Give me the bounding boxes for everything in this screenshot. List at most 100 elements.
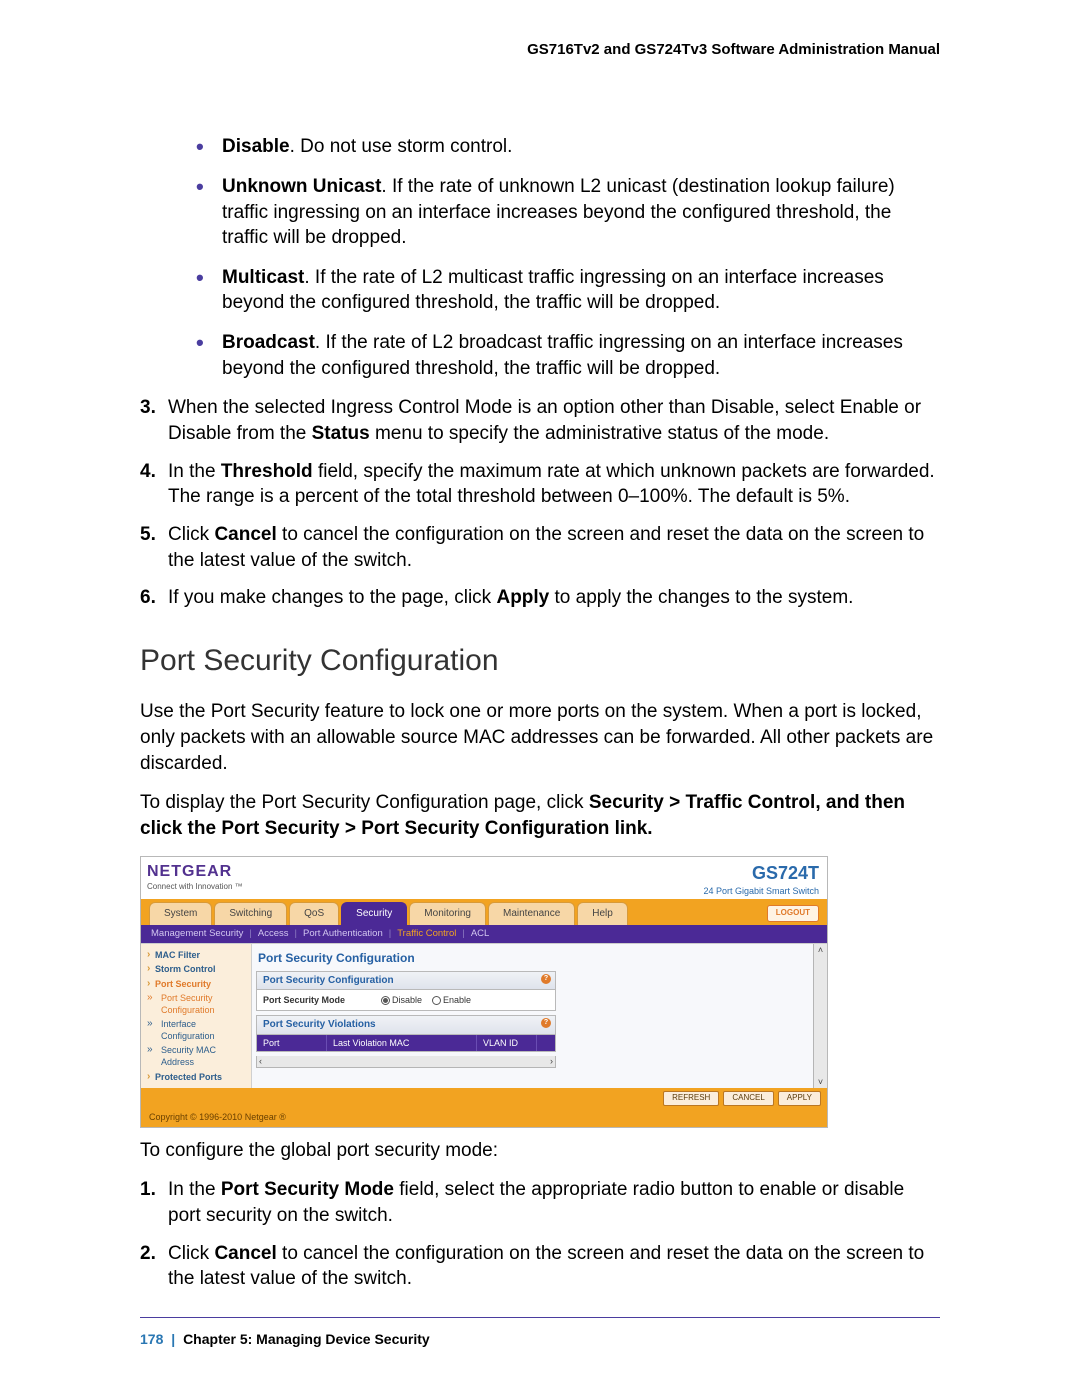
main-tabs: System Switching QoS Security Monitoring…	[149, 902, 630, 925]
radio-enable-wrap[interactable]: Enable	[432, 994, 471, 1006]
scroll-up-icon[interactable]: ˄	[818, 944, 823, 956]
sidebar: MAC Filter Storm Control Port Security P…	[141, 944, 251, 1087]
vertical-scrollbar[interactable]: ˄ ˅	[813, 944, 827, 1087]
tab-qos[interactable]: QoS	[289, 902, 339, 925]
step-text: If you make changes to the page, click	[168, 587, 496, 608]
step-3: 3.When the selected Ingress Control Mode…	[140, 395, 940, 446]
col-vlan-id: VLAN ID	[477, 1035, 537, 1051]
step-bold: Threshold	[221, 461, 313, 482]
pipe: |	[462, 928, 464, 941]
step-6: 6.If you make changes to the page, click…	[140, 585, 940, 611]
step-b1: 1.In the Port Security Mode field, selec…	[140, 1177, 940, 1228]
tab-monitoring[interactable]: Monitoring	[409, 902, 486, 925]
subnav-management-security[interactable]: Management Security	[151, 928, 243, 941]
bullet-bold: Multicast	[222, 267, 304, 288]
violations-header-row: Port Last Violation MAC VLAN ID	[257, 1035, 555, 1051]
intro-paragraph-2: To display the Port Security Configurati…	[140, 790, 940, 841]
chapter-label: Chapter 5: Managing Device Security	[183, 1331, 430, 1347]
section-title: Port Security Configuration	[140, 641, 940, 682]
step-5: 5.Click Cancel to cancel the configurati…	[140, 522, 940, 573]
tab-system[interactable]: System	[149, 902, 212, 925]
brand-block: NETGEAR Connect with Innovation ™	[147, 861, 243, 893]
page-footer: 178 | Chapter 5: Managing Device Securit…	[140, 1317, 940, 1349]
tab-security[interactable]: Security	[341, 902, 407, 925]
scroll-right-icon[interactable]: ›	[548, 1055, 555, 1067]
step-bold: Status	[312, 423, 370, 444]
box-heading-text: Port Security Configuration	[263, 975, 394, 986]
radio-label: Enable	[443, 995, 471, 1005]
sidebar-storm-control[interactable]: Storm Control	[147, 962, 247, 976]
scroll-left-icon[interactable]: ‹	[257, 1055, 264, 1067]
box-heading: Port Security Configuration ?	[257, 972, 555, 991]
sidebar-protected-ports[interactable]: Protected Ports	[147, 1070, 247, 1084]
tab-help[interactable]: Help	[577, 902, 628, 925]
step-b2: 2.Click Cancel to cancel the configurati…	[140, 1241, 940, 1292]
sidebar-sub-interface-config[interactable]: Interface Configuration	[147, 1017, 247, 1043]
steps-list-top: 3.When the selected Ingress Control Mode…	[140, 395, 940, 610]
model-block: GS724T 24 Port Gigabit Smart Switch	[703, 861, 819, 897]
copyright: Copyright © 1996-2010 Netgear ®	[141, 1109, 827, 1127]
step-text: to apply the changes to the system.	[549, 587, 853, 608]
info-icon[interactable]: ?	[541, 974, 551, 984]
step-text: In the	[168, 461, 221, 482]
subnav-access[interactable]: Access	[258, 928, 289, 941]
embedded-ui-screenshot: NETGEAR Connect with Innovation ™ GS724T…	[140, 856, 828, 1128]
tab-switching[interactable]: Switching	[214, 902, 287, 925]
page-number: 178	[140, 1331, 163, 1347]
refresh-button[interactable]: REFRESH	[663, 1091, 719, 1106]
bullet-multicast: Multicast. If the rate of L2 multicast t…	[196, 265, 940, 316]
step-bold: Cancel	[214, 524, 276, 545]
brand-tagline: Connect with Innovation ™	[147, 882, 243, 893]
radio-icon	[381, 996, 390, 1005]
logout-button[interactable]: LOGOUT	[767, 905, 819, 922]
bullet-bold: Unknown Unicast	[222, 176, 381, 197]
box-heading-text: Port Security Violations	[263, 1019, 376, 1030]
radio-label: Disable	[392, 995, 422, 1005]
port-security-config-box: Port Security Configuration ? Port Secur…	[256, 971, 556, 1012]
bullet-text: . Do not use storm control.	[290, 136, 513, 157]
bullet-text: . If the rate of L2 multicast traffic in…	[222, 267, 884, 314]
radio-disable-wrap[interactable]: Disable	[381, 994, 422, 1006]
pipe: |	[389, 928, 391, 941]
subnav-acl[interactable]: ACL	[471, 928, 489, 941]
subnav-traffic-control[interactable]: Traffic Control	[397, 928, 456, 941]
step-text: to cancel the configuration on the scree…	[168, 524, 924, 571]
model-name: GS724T	[703, 861, 819, 885]
sidebar-port-security[interactable]: Port Security	[147, 977, 247, 991]
pipe: |	[249, 928, 251, 941]
bullet-bold: Broadcast	[222, 332, 315, 353]
main-panel: Port Security Configuration Port Securit…	[251, 944, 827, 1087]
step-text: menu to specify the administrative statu…	[370, 423, 829, 444]
step-text: In the	[168, 1179, 221, 1200]
horizontal-scrollbar[interactable]: ‹ ›	[256, 1056, 556, 1068]
apply-button[interactable]: APPLY	[778, 1091, 821, 1106]
bullet-bold: Disable	[222, 136, 290, 157]
step-bold: Port Security Mode	[221, 1179, 394, 1200]
bullet-text: . If the rate of L2 broadcast traffic in…	[222, 332, 903, 379]
subnav-port-authentication[interactable]: Port Authentication	[303, 928, 383, 941]
sidebar-sub-security-mac[interactable]: Security MAC Address	[147, 1043, 247, 1069]
sidebar-sub-port-security-config[interactable]: Port Security Configuration	[147, 991, 247, 1017]
port-security-mode-row: Port Security Mode Disable Enable	[257, 990, 555, 1010]
col-port: Port	[257, 1035, 327, 1051]
sidebar-mac-filter[interactable]: MAC Filter	[147, 948, 247, 962]
tab-maintenance[interactable]: Maintenance	[488, 902, 575, 925]
step-text: to cancel the configuration on the scree…	[168, 1243, 924, 1290]
action-button-row: REFRESH CANCEL APPLY	[141, 1088, 827, 1109]
field-label: Port Security Mode	[263, 994, 371, 1006]
model-description: 24 Port Gigabit Smart Switch	[703, 885, 819, 897]
steps-list-bottom: 1.In the Port Security Mode field, selec…	[140, 1177, 940, 1292]
scroll-down-icon[interactable]: ˅	[818, 1076, 823, 1088]
step-bold: Cancel	[214, 1243, 276, 1264]
info-icon[interactable]: ?	[541, 1018, 551, 1028]
bullet-disable: Disable. Do not use storm control.	[196, 134, 940, 160]
step-bold: Apply	[496, 587, 549, 608]
step-text: Click	[168, 1243, 214, 1264]
cancel-button[interactable]: CANCEL	[723, 1091, 773, 1106]
intro-paragraph-1: Use the Port Security feature to lock on…	[140, 699, 940, 776]
port-security-violations-box: Port Security Violations ? Port Last Vio…	[256, 1015, 556, 1052]
brand-logo: NETGEAR	[147, 861, 243, 883]
bullet-broadcast: Broadcast. If the rate of L2 broadcast t…	[196, 330, 940, 381]
running-header: GS716Tv2 and GS724Tv3 Software Administr…	[140, 40, 940, 60]
topbar: NETGEAR Connect with Innovation ™ GS724T…	[141, 857, 827, 899]
